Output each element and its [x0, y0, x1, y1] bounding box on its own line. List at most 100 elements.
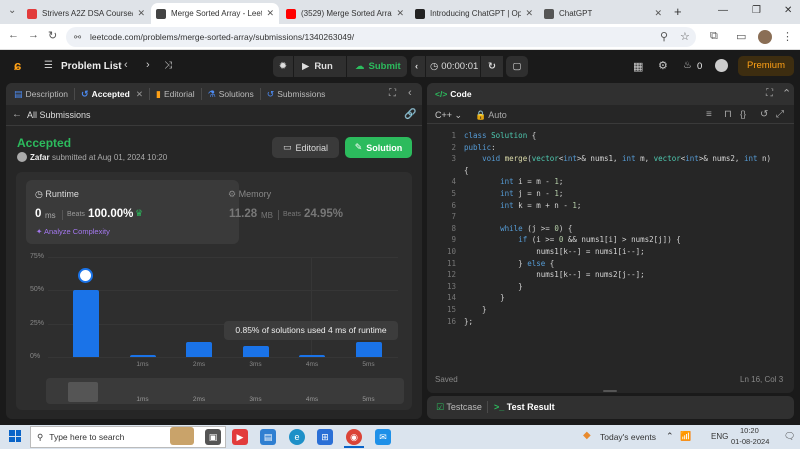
youtube-app-icon[interactable]: ▶: [232, 429, 248, 445]
close-tab-icon[interactable]: ✕: [136, 89, 143, 100]
memory-title[interactable]: ⚙ Memory: [228, 189, 271, 200]
tab-close-icon[interactable]: ✕: [262, 8, 274, 19]
solution-button[interactable]: ✎ Solution: [345, 137, 412, 158]
weather-icon[interactable]: ◆: [583, 430, 591, 441]
chart-bar-1ms[interactable]: [129, 355, 156, 357]
network-volume-icon[interactable]: 📶: [680, 431, 691, 442]
extensions-icon[interactable]: ⧉: [710, 30, 718, 43]
chart-bar-3ms[interactable]: [242, 346, 269, 357]
code-line[interactable]: public:: [464, 143, 496, 152]
new-tab-button[interactable]: +: [674, 4, 682, 19]
url-input[interactable]: ⚯ leetcode.com/problems/merge-sorted-arra…: [66, 27, 696, 47]
forward-icon[interactable]: →: [28, 29, 39, 41]
range-handle[interactable]: [68, 382, 98, 402]
code-line[interactable]: class Solution {: [464, 131, 536, 140]
clock-time[interactable]: 10:20: [740, 426, 759, 435]
site-info-icon[interactable]: ⚯: [74, 27, 81, 47]
premium-button[interactable]: Premium: [738, 56, 794, 76]
code-line[interactable]: nums1[k--] = nums1[i--];: [464, 247, 644, 256]
tab-accepted[interactable]: ↺ Accepted ✕: [75, 89, 149, 100]
browser-tab[interactable]: Strivers A2Z DSA Course/She✕: [22, 3, 150, 24]
news-widget[interactable]: Today's events: [600, 432, 656, 442]
user-avatar[interactable]: [715, 59, 728, 72]
run-button[interactable]: ▶ Run: [294, 56, 346, 77]
code-line[interactable]: while (j >= 0) {: [464, 224, 572, 233]
streak-fire-icon[interactable]: ♨: [683, 60, 692, 71]
tab-test-result[interactable]: >_ Test Result: [494, 402, 555, 412]
settings-gear-icon[interactable]: ⚙: [658, 59, 668, 72]
collapse-panel-icon[interactable]: ⌃: [782, 87, 791, 100]
notes-icon[interactable]: ▢: [506, 56, 528, 77]
back-icon[interactable]: ←: [8, 29, 19, 41]
chrome-icon[interactable]: ◉: [346, 429, 362, 445]
chart-bar-5ms[interactable]: [355, 341, 382, 357]
windows-start-icon[interactable]: [9, 430, 21, 442]
collapse-timer-icon[interactable]: ‹: [411, 56, 425, 77]
menu-icon[interactable]: ⋮: [782, 30, 793, 43]
code-line[interactable]: int i = m - 1;: [464, 177, 563, 186]
close-window-icon[interactable]: ✕: [784, 5, 792, 16]
back-arrow-icon[interactable]: ←: [12, 109, 22, 120]
maximize-icon[interactable]: ⛶: [389, 88, 396, 99]
shuffle-icon[interactable]: ⤨: [164, 60, 172, 71]
code-line[interactable]: } else {: [464, 259, 554, 268]
language-indicator[interactable]: ENG: [711, 432, 728, 441]
analyze-complexity-link[interactable]: ✦ Analyze Complexity: [36, 227, 110, 236]
file-explorer-icon[interactable]: ▤: [260, 429, 276, 445]
code-line[interactable]: int j = n - 1;: [464, 189, 563, 198]
submit-button[interactable]: ☁ Submit: [347, 56, 407, 77]
sidebar-icon[interactable]: ▭: [736, 30, 746, 43]
editorial-button[interactable]: ▭ Editorial: [272, 137, 339, 158]
tab-close-icon[interactable]: ✕: [650, 8, 662, 19]
minimize-icon[interactable]: —: [718, 5, 728, 16]
leetcode-logo-icon[interactable]: ɕ: [14, 58, 27, 73]
store-icon[interactable]: ⊞: [317, 429, 333, 445]
browser-tab[interactable]: (3529) Merge Sorted Arrays ✕: [281, 3, 409, 24]
tab-solutions[interactable]: ⚗ Solutions: [202, 89, 260, 100]
reload-icon[interactable]: ↻: [48, 29, 57, 42]
mail-icon[interactable]: ✉: [375, 429, 391, 445]
tab-editorial[interactable]: ▮ Editorial: [150, 89, 201, 100]
clock-date[interactable]: 01-08-2024: [731, 437, 769, 446]
reset-timer-icon[interactable]: ↻: [481, 56, 503, 77]
braces-icon[interactable]: {}: [740, 109, 746, 119]
chart-range-scroller[interactable]: [46, 378, 404, 404]
restore-icon[interactable]: ❐: [752, 5, 761, 16]
maximize-icon[interactable]: ⛶: [766, 88, 773, 99]
tab-close-icon[interactable]: ✕: [392, 8, 404, 19]
all-submissions-link[interactable]: All Submissions: [27, 110, 91, 120]
tab-search-icon[interactable]: ⌄: [8, 5, 16, 16]
code-line[interactable]: }: [464, 305, 487, 314]
tab-close-icon[interactable]: ✕: [521, 8, 533, 19]
language-select[interactable]: C++ ⌄: [435, 110, 462, 121]
resize-handle[interactable]: [603, 390, 617, 392]
format-icon[interactable]: ≡: [706, 109, 712, 120]
code-line[interactable]: nums1[k--] = nums2[j--];: [464, 270, 644, 279]
tab-description[interactable]: ▤ Description: [6, 89, 74, 100]
notification-icon[interactable]: 🗨: [784, 431, 795, 442]
browser-tab[interactable]: Merge Sorted Array - LeetCo✕: [151, 3, 279, 24]
chart-bar-0ms[interactable]: [73, 290, 99, 357]
bookmark-icon[interactable]: ⊓: [724, 109, 732, 120]
code-line[interactable]: }: [464, 293, 505, 302]
timer-display[interactable]: ◷ 00:00:01: [426, 56, 480, 77]
profile-avatar[interactable]: [758, 30, 772, 44]
fullscreen-icon[interactable]: ⤢: [776, 109, 784, 120]
problem-list-link[interactable]: Problem List: [61, 61, 122, 72]
code-line[interactable]: void merge(vector<int>& nums1, int m, ve…: [464, 154, 771, 163]
chart-bar-4ms[interactable]: [299, 355, 325, 357]
tab-code[interactable]: </> Code: [427, 89, 478, 99]
tab-close-icon[interactable]: ✕: [133, 8, 145, 19]
submitter-name[interactable]: Zafar: [30, 153, 50, 162]
zoom-icon[interactable]: ⚲: [660, 30, 668, 43]
code-line[interactable]: int k = m + n - 1;: [464, 201, 581, 210]
code-line[interactable]: };: [464, 317, 473, 326]
browser-tab[interactable]: ChatGPT ✕: [539, 3, 667, 24]
code-line[interactable]: if (i >= 0 && nums1[i] > nums2[j]) {: [464, 235, 681, 244]
bookmark-star-icon[interactable]: ☆: [680, 30, 690, 43]
reset-code-icon[interactable]: ↺: [760, 109, 768, 120]
collapse-panel-icon[interactable]: ‹: [408, 87, 412, 99]
prev-problem-icon[interactable]: ‹: [124, 59, 128, 71]
chart-bar-2ms[interactable]: [186, 342, 212, 357]
auto-mode[interactable]: 🔒 Auto: [475, 110, 507, 121]
